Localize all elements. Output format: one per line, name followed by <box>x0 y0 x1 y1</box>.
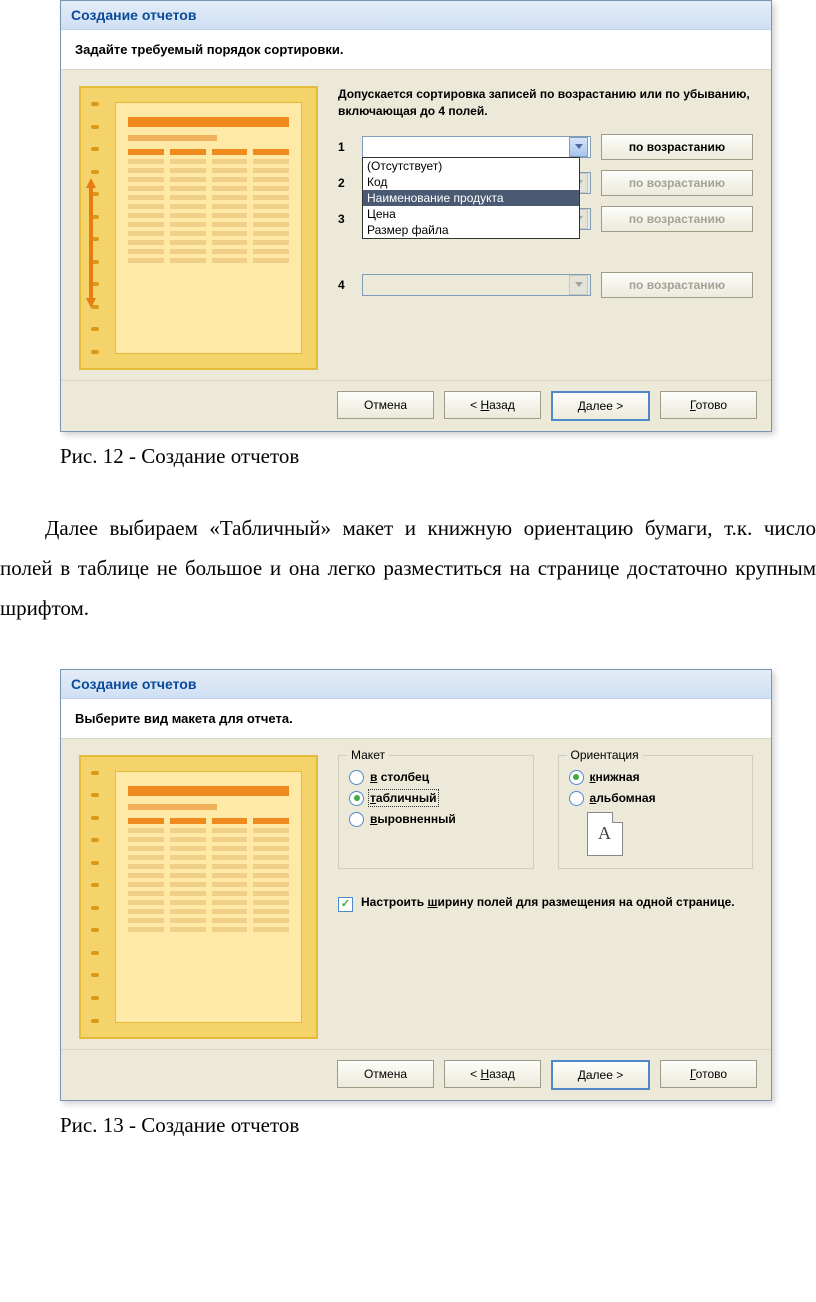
dialog-create-reports-sort: Создание отчетов Задайте требуемый поряд… <box>60 0 772 432</box>
finish-button[interactable]: Готово <box>660 391 757 419</box>
radio-orient-landscape[interactable]: альбомная <box>569 791 743 806</box>
cancel-button[interactable]: Отмена <box>337 1060 434 1088</box>
sort-row-4: 4 по возрастанию <box>338 272 753 298</box>
radio-layout-table[interactable]: табличный <box>349 791 523 806</box>
dialog-create-reports-layout: Создание отчетов Выберите вид макета для… <box>60 669 772 1101</box>
cancel-button[interactable]: Отмена <box>337 391 434 419</box>
radio-orient-portrait[interactable]: книжная <box>569 770 743 785</box>
sort-row-number: 3 <box>338 212 352 226</box>
orientation-group: Ориентация книжная альбомная A <box>558 755 754 869</box>
radio-layout-column[interactable]: в столбец <box>349 770 523 785</box>
sort-direction-button-3: по возрастанию <box>601 206 753 232</box>
radio-icon <box>349 791 364 806</box>
page-orientation-icon: A <box>587 812 623 856</box>
radio-icon <box>569 770 584 785</box>
sort-field-combo-1[interactable] <box>362 136 591 158</box>
sort-direction-button-4: по возрастанию <box>601 272 753 298</box>
sort-direction-button-1[interactable]: по возрастанию <box>601 134 753 160</box>
dropdown-option-selected[interactable]: Наименование продукта <box>363 190 579 206</box>
back-button[interactable]: < Назад <box>444 391 541 419</box>
figure-caption-12: Рис. 12 - Создание отчетов <box>60 444 816 469</box>
checkbox-label: Настроить ширину полей для размещения на… <box>361 895 735 909</box>
radio-icon <box>349 812 364 827</box>
back-button[interactable]: < Назад <box>444 1060 541 1088</box>
sort-row-number: 1 <box>338 140 352 154</box>
chevron-down-icon <box>569 275 588 295</box>
checkbox-icon <box>338 897 353 912</box>
finish-button[interactable]: Готово <box>660 1060 757 1088</box>
dialog-footer: Отмена < Назад Далее > Готово <box>61 1049 771 1100</box>
layout-group: Макет в столбец табличный выровненный <box>338 755 534 869</box>
sort-row-1: 1 по возрастанию (Отсутствует) Код Наиме… <box>338 134 753 160</box>
dialog-subhead: Задайте требуемый порядок сортировки. <box>61 30 771 70</box>
sort-row-number: 4 <box>338 278 352 292</box>
dialog-subhead: Выберите вид макета для отчета. <box>61 699 771 739</box>
dropdown-option[interactable]: Цена <box>363 206 579 222</box>
body-paragraph: Далее выбираем «Табличный» макет и книжн… <box>0 509 816 629</box>
dialog-title: Создание отчетов <box>61 1 771 30</box>
dialog-footer: Отмена < Назад Далее > Готово <box>61 380 771 431</box>
radio-icon <box>349 770 364 785</box>
hint-text: Допускается сортировка записей по возрас… <box>338 86 753 120</box>
group-title: Макет <box>347 748 389 762</box>
dropdown-option[interactable]: Размер файла <box>363 222 579 238</box>
group-title: Ориентация <box>567 748 643 762</box>
dialog-title: Создание отчетов <box>61 670 771 699</box>
figure-caption-13: Рис. 13 - Создание отчетов <box>60 1113 816 1138</box>
dropdown-option[interactable]: Код <box>363 174 579 190</box>
dropdown-option[interactable]: (Отсутствует) <box>363 158 579 174</box>
radio-layout-aligned[interactable]: выровненный <box>349 812 523 827</box>
chevron-down-icon[interactable] <box>569 137 588 157</box>
preview-pane <box>79 86 318 370</box>
next-button[interactable]: Далее > <box>551 391 650 421</box>
sort-direction-button-2: по возрастанию <box>601 170 753 196</box>
next-button[interactable]: Далее > <box>551 1060 650 1090</box>
sort-field-combo-4 <box>362 274 591 296</box>
radio-icon <box>569 791 584 806</box>
adjust-width-checkbox[interactable]: Настроить ширину полей для размещения на… <box>338 895 753 912</box>
preview-pane <box>79 755 318 1039</box>
sort-row-number: 2 <box>338 176 352 190</box>
sort-field-dropdown[interactable]: (Отсутствует) Код Наименование продукта … <box>362 157 580 239</box>
